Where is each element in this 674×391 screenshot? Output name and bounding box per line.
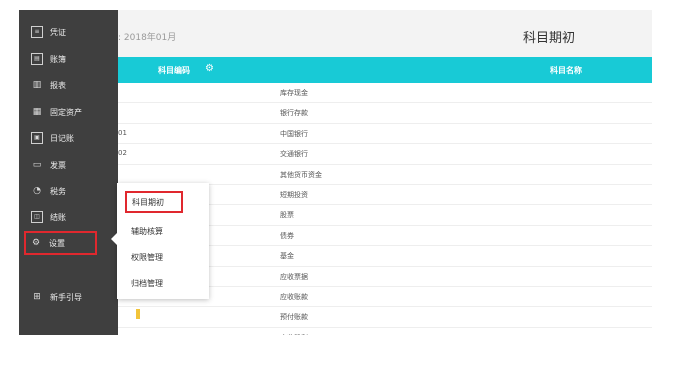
voucher-icon: ≡ xyxy=(31,26,43,38)
table-row[interactable]: 库存现金 xyxy=(118,83,652,104)
journal-icon: ▣ xyxy=(31,132,43,144)
sidebar-item-label: 税务 xyxy=(50,186,66,196)
close-books-icon: ◫ xyxy=(31,211,43,223)
ledger-icon: ▤ xyxy=(31,53,43,65)
submenu-item-label: 归档管理 xyxy=(131,279,163,288)
sidebar-item-label: 凭证 xyxy=(50,27,66,37)
cell-name: 债券 xyxy=(280,231,294,240)
sidebar-item-label: 结账 xyxy=(50,212,66,222)
period-label: : 2018年01月 xyxy=(118,33,177,43)
submenu-item-opening-balance[interactable]: 科目期初 xyxy=(125,191,183,213)
column-header-code[interactable]: 科目编码 xyxy=(158,65,190,76)
cell-name: 应收账款 xyxy=(280,292,308,301)
building-icon: ▦ xyxy=(32,107,42,117)
top-bar: : 2018年01月 科目期初 xyxy=(118,10,652,57)
cell-name: 银行存款 xyxy=(280,109,308,118)
invoice-icon: ▭ xyxy=(32,160,42,170)
table-row[interactable]: 02 交通银行 xyxy=(118,144,652,165)
cell-name: 中国银行 xyxy=(280,129,308,138)
cell-name: 短期投资 xyxy=(280,190,308,199)
cell-name: 其他货币资金 xyxy=(280,170,322,179)
submenu-item-permissions[interactable]: 权限管理 xyxy=(131,252,163,263)
row-marker xyxy=(136,309,140,319)
sidebar-item-label: 发票 xyxy=(50,160,66,170)
cell-name: 基金 xyxy=(280,252,294,261)
column-header-name[interactable]: 科目名称 xyxy=(550,65,582,76)
gear-icon: ⚙ xyxy=(31,238,41,248)
submenu-item-auxiliary[interactable]: 辅助核算 xyxy=(131,226,163,237)
sidebar-item-label: 账簿 xyxy=(50,54,66,64)
cell-name: 应收股利 xyxy=(280,333,308,335)
submenu-item-archive[interactable]: 归档管理 xyxy=(131,278,163,289)
cell-name: 应收票据 xyxy=(280,272,308,281)
sidebar-item-guide[interactable]: ⊞ 新手引导 xyxy=(27,287,109,307)
submenu-item-label: 权限管理 xyxy=(131,253,163,262)
table-row[interactable]: 应收股利 xyxy=(118,328,652,335)
table-row[interactable]: 01 中国银行 xyxy=(118,124,652,145)
sidebar-item-label: 新手引导 xyxy=(50,292,82,302)
submenu-item-label: 科目期初 xyxy=(132,197,164,207)
settings-submenu: 科目期初 辅助核算 权限管理 归档管理 xyxy=(111,183,209,299)
table-row[interactable]: 其他货币资金 xyxy=(118,165,652,185)
sidebar-item-label: 报表 xyxy=(50,80,66,90)
sidebar-item-label: 日记账 xyxy=(50,133,74,143)
sidebar-item-journal[interactable]: ▣ 日记账 xyxy=(27,128,109,148)
sidebar-item-tax[interactable]: ◔ 税务 xyxy=(27,181,109,201)
sidebar-item-label: 设置 xyxy=(49,238,65,248)
app-window: ≡ 凭证 ▤ 账簿 ▥ 报表 ▦ 固定资产 ▣ 日记账 ▭ 发票 ◔ 税务 ◫ xyxy=(19,10,652,335)
column-settings-icon[interactable]: ⚙ xyxy=(205,64,215,74)
cell-code: 01 xyxy=(118,128,127,137)
gift-icon: ⊞ xyxy=(33,292,41,302)
sidebar-item-fixed-assets[interactable]: ▦ 固定资产 xyxy=(27,102,109,122)
cell-name: 预付账款 xyxy=(280,313,308,322)
sidebar-item-invoice[interactable]: ▭ 发票 xyxy=(27,155,109,175)
submenu-notch xyxy=(111,233,117,245)
cell-code: 02 xyxy=(118,149,127,158)
table-row[interactable]: 银行存款 xyxy=(118,103,652,124)
table-row[interactable]: 预付账款 xyxy=(118,307,652,328)
sidebar: ≡ 凭证 ▤ 账簿 ▥ 报表 ▦ 固定资产 ▣ 日记账 ▭ 发票 ◔ 税务 ◫ xyxy=(19,10,118,335)
sidebar-item-reports[interactable]: ▥ 报表 xyxy=(27,75,109,95)
sidebar-item-close-books[interactable]: ◫ 结账 xyxy=(27,207,109,227)
submenu-item-label: 辅助核算 xyxy=(131,227,163,236)
cell-name: 库存现金 xyxy=(280,89,308,97)
page-title: 科目期初 xyxy=(523,31,576,46)
sidebar-item-label: 固定资产 xyxy=(50,107,82,117)
sidebar-item-voucher[interactable]: ≡ 凭证 xyxy=(27,22,109,42)
table-header: 科目编码 ⚙ 科目名称 xyxy=(118,57,652,83)
cell-name: 交通银行 xyxy=(280,150,308,159)
cell-name: 股票 xyxy=(280,211,294,220)
chart-icon: ▥ xyxy=(32,80,42,90)
tax-icon: ◔ xyxy=(33,186,41,196)
sidebar-item-settings[interactable]: ⚙ 设置 xyxy=(24,231,97,255)
sidebar-item-ledger[interactable]: ▤ 账簿 xyxy=(27,49,109,69)
